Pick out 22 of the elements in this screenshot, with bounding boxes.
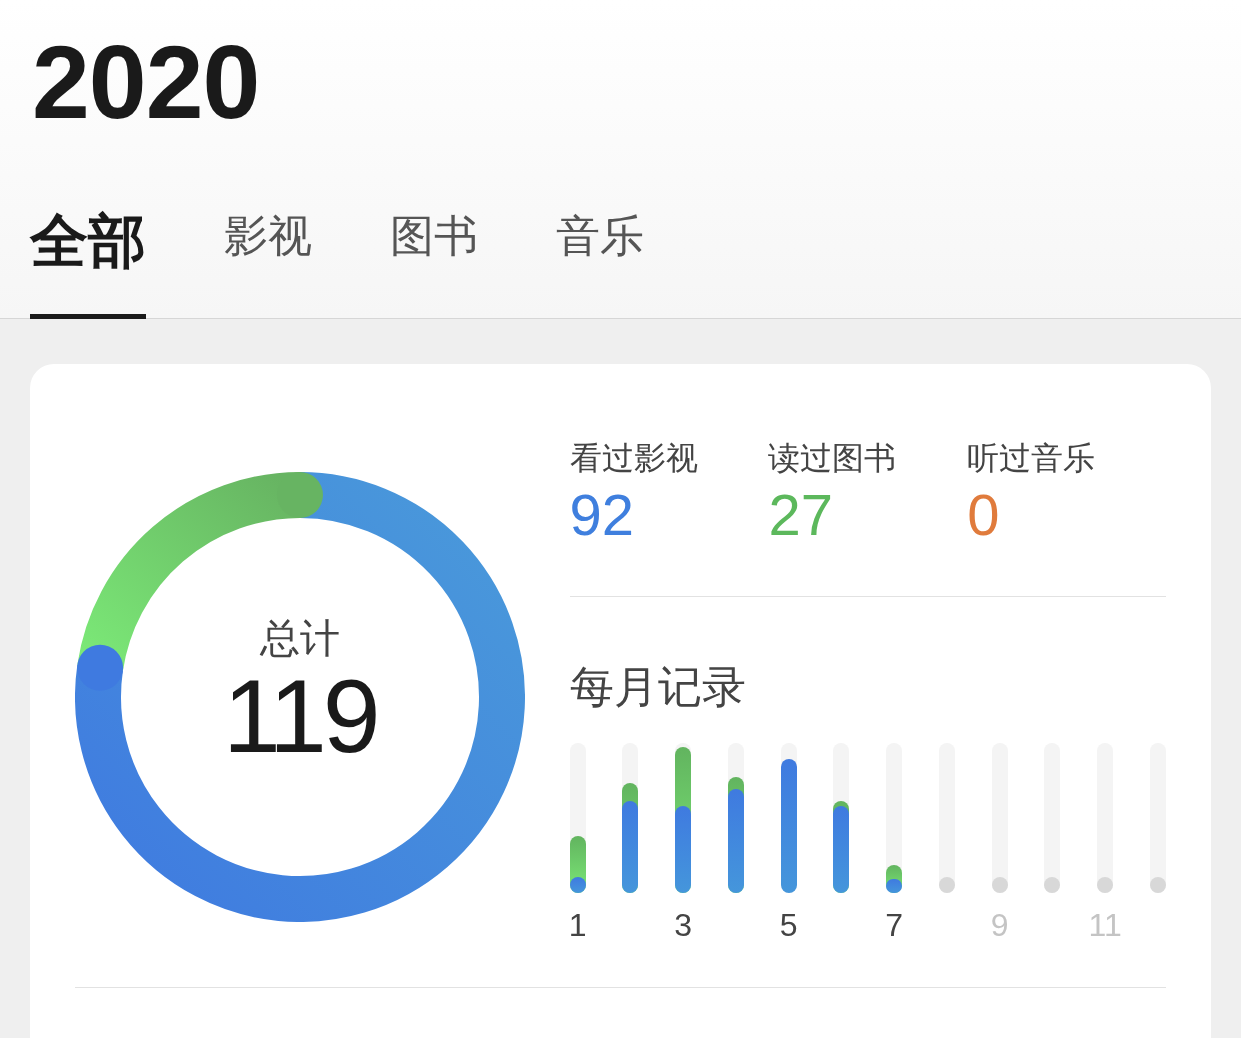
month-label: 9 — [990, 909, 1009, 941]
stat-value: 92 — [569, 486, 635, 544]
stat-label: 听过音乐 — [967, 442, 1096, 474]
category-tab[interactable]: 全部 — [30, 212, 146, 319]
stat-label: 看过影视 — [569, 442, 698, 474]
category-tab[interactable]: 图书 — [390, 214, 478, 319]
movie-bar — [569, 877, 586, 893]
month-label: 1 — [568, 909, 587, 941]
month-label: 5 — [779, 909, 798, 941]
stat-label: 读过图书 — [768, 442, 897, 474]
category-tab[interactable]: 音乐 — [556, 214, 644, 319]
stat-value: 0 — [967, 486, 1000, 544]
category-tab[interactable]: 影视 — [224, 214, 312, 319]
year-title: 2020 — [32, 30, 260, 134]
month-label: 7 — [885, 909, 904, 941]
month-label: 3 — [674, 909, 692, 941]
movie-bar — [886, 879, 903, 893]
stat-value: 27 — [768, 486, 833, 544]
monthly-title: 每月记录 — [569, 665, 746, 709]
total-value: 119 — [222, 664, 377, 768]
month-label: 11 — [1088, 909, 1122, 941]
total-label: 总计 — [259, 618, 340, 658]
